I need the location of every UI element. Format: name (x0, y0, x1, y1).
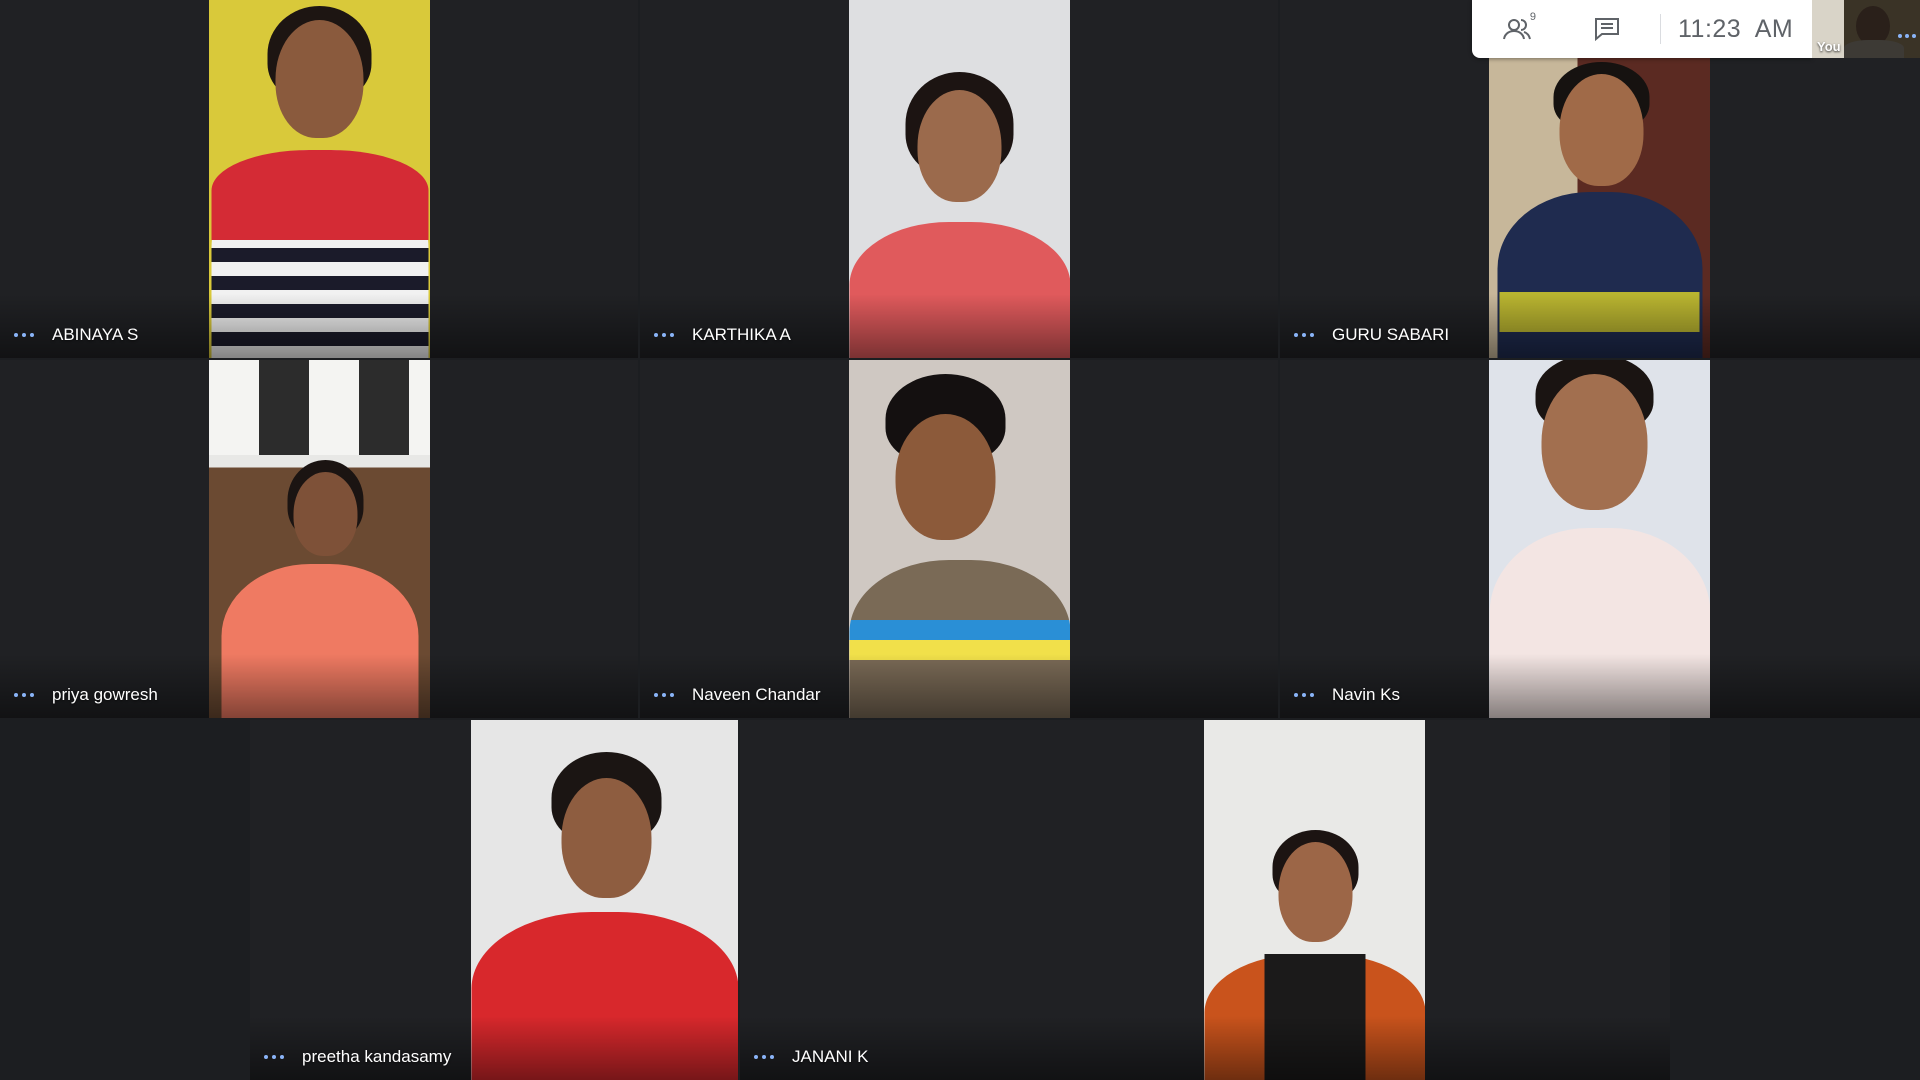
participant-tile-janani[interactable]: JANANI K (740, 720, 1670, 1080)
video-feed (1489, 360, 1710, 718)
participant-name: GURU SABARI (1332, 325, 1450, 344)
participant-name: preetha kandasamy (302, 1047, 452, 1066)
video-feed (1204, 720, 1425, 1080)
participant-tile-karthika[interactable]: KARTHIKA A (640, 0, 1278, 358)
participant-name: ABINAYA S (52, 325, 139, 344)
more-options-icon[interactable] (1294, 688, 1316, 702)
video-feed (849, 0, 1070, 358)
more-options-icon[interactable] (14, 328, 36, 342)
participant-name: Navin Ks (1332, 685, 1401, 704)
more-options-icon[interactable] (1294, 328, 1316, 342)
video-feed (471, 720, 738, 1080)
more-options-icon[interactable] (1898, 34, 1916, 40)
participant-tile-priya[interactable]: priya gowresh (0, 360, 638, 718)
meeting-controls: 9 11:23 AM (1472, 0, 1812, 58)
participant-name: priya gowresh (52, 685, 158, 704)
divider (1660, 14, 1661, 44)
participant-tile-abinaya[interactable]: ABINAYA S (0, 0, 638, 358)
meeting-clock: 11:23 AM (1678, 15, 1794, 43)
participant-name: Naveen Chandar (692, 685, 821, 704)
chat-icon (1595, 18, 1619, 42)
video-feed (209, 0, 430, 358)
participant-tile-navin[interactable]: Navin Ks (1280, 360, 1920, 718)
video-feed (209, 360, 430, 718)
more-options-icon[interactable] (754, 1050, 776, 1064)
self-view-label: You (1817, 39, 1841, 54)
participant-count-badge: 9 (1529, 11, 1536, 23)
participant-tile-preetha[interactable]: preetha kandasamy (250, 720, 738, 1080)
video-feed (849, 360, 1070, 718)
participant-tile-naveen[interactable]: Naveen Chandar (640, 360, 1278, 718)
more-options-icon[interactable] (14, 688, 36, 702)
participant-name: JANANI K (792, 1047, 869, 1066)
chat-button[interactable] (1590, 13, 1624, 45)
participant-name: KARTHIKA A (692, 325, 791, 344)
more-options-icon[interactable] (654, 688, 676, 702)
more-options-icon[interactable] (654, 328, 676, 342)
more-options-icon[interactable] (264, 1050, 286, 1064)
self-view-tile[interactable]: You (1812, 0, 1920, 58)
people-button[interactable]: 9 (1502, 11, 1536, 45)
